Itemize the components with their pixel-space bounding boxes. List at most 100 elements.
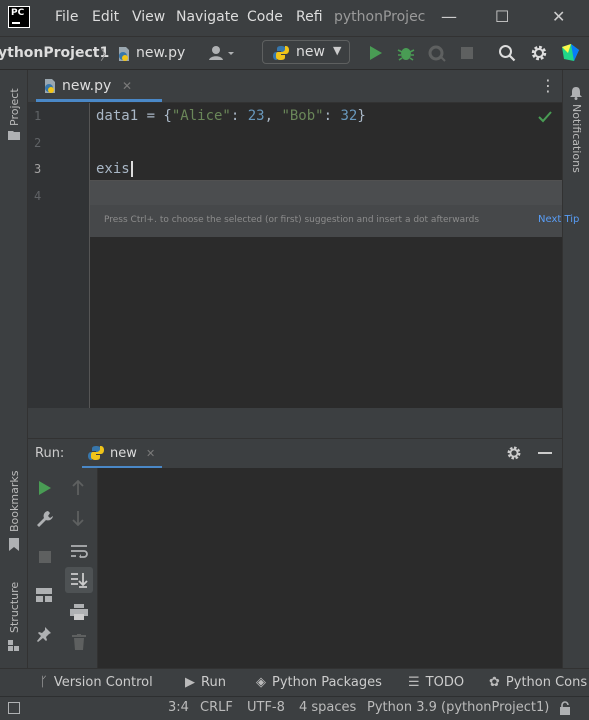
run-tool-button[interactable]: ▶ Run bbox=[185, 675, 226, 690]
code-line-1: data1 = {"Alice": 23, "Bob": 32} bbox=[96, 108, 366, 124]
search-icon[interactable] bbox=[498, 44, 516, 62]
python-console-button[interactable]: ✿ Python Cons bbox=[489, 675, 587, 690]
run-icon[interactable] bbox=[368, 44, 384, 62]
line-number: 3 bbox=[34, 162, 42, 176]
run-icon: ▶ bbox=[185, 675, 195, 690]
line-number: 1 bbox=[34, 109, 42, 123]
line-separator[interactable]: CRLF bbox=[200, 700, 233, 715]
python-icon bbox=[273, 45, 289, 61]
arrow-down-icon[interactable] bbox=[72, 510, 84, 526]
indent-setting[interactable]: 4 spaces bbox=[299, 700, 356, 715]
user-icon[interactable] bbox=[209, 45, 235, 61]
python-file-icon bbox=[116, 46, 132, 62]
code-line-3: exis bbox=[96, 161, 133, 177]
caret-position[interactable]: 3:4 bbox=[168, 700, 189, 715]
minimize-button[interactable]: — bbox=[441, 7, 457, 26]
run-config-name: new bbox=[296, 44, 325, 60]
gear-icon[interactable] bbox=[530, 44, 548, 62]
breadcrumb-project[interactable]: ythonProject1 bbox=[0, 45, 109, 61]
list-icon: ☰ bbox=[408, 675, 420, 690]
scroll-to-end-button[interactable] bbox=[65, 567, 93, 593]
rerun-icon[interactable] bbox=[38, 480, 52, 496]
editor-tab-bar: new.py ✕ ⋮ bbox=[28, 70, 562, 103]
bookmark-icon bbox=[9, 538, 19, 551]
file-encoding[interactable]: UTF-8 bbox=[247, 700, 285, 715]
editor-bottom-space bbox=[28, 408, 562, 438]
notifications-tool-button[interactable]: Notifications bbox=[570, 104, 583, 173]
soft-wrap-icon[interactable] bbox=[70, 544, 88, 558]
close-icon[interactable]: ✕ bbox=[146, 447, 155, 460]
completion-popup: Press Ctrl+. to choose the selected (or … bbox=[90, 180, 579, 237]
version-control-button[interactable]: ᚴ Version Control bbox=[40, 675, 153, 690]
pin-icon[interactable] bbox=[36, 626, 52, 642]
close-window-button[interactable]: ✕ bbox=[552, 7, 565, 26]
breadcrumb-separator: 〉 bbox=[100, 48, 114, 64]
menu-file[interactable]: File bbox=[55, 9, 78, 25]
run-panel-header: Run: new ✕ bbox=[28, 438, 562, 469]
stop-icon[interactable] bbox=[460, 46, 474, 60]
run-tab-new[interactable]: new ✕ bbox=[82, 439, 162, 469]
line-number: 4 bbox=[34, 189, 42, 203]
run-panel-label: Run: bbox=[35, 446, 65, 461]
more-options-icon[interactable]: ⋮ bbox=[540, 76, 556, 95]
gear-icon[interactable] bbox=[506, 445, 522, 461]
line-number: 2 bbox=[34, 136, 42, 150]
print-icon[interactable] bbox=[70, 604, 88, 620]
folder-icon bbox=[8, 130, 20, 140]
right-tool-strip: Notifications bbox=[562, 70, 589, 668]
trash-icon[interactable] bbox=[72, 634, 86, 650]
python-console-icon: ✿ bbox=[489, 675, 500, 690]
project-tool-button[interactable]: Project bbox=[8, 88, 21, 126]
run-console-output[interactable] bbox=[98, 468, 562, 668]
window-title: pythonProjec bbox=[334, 9, 426, 25]
todo-button[interactable]: ☰ TODO bbox=[408, 675, 464, 690]
wrench-icon[interactable] bbox=[36, 510, 54, 528]
tool-window-bar: ᚴ Version Control ▶ Run ◈ Python Packages ☰… bbox=[0, 668, 589, 696]
breadcrumb-file[interactable]: new.py bbox=[136, 45, 185, 61]
menu-refactor[interactable]: Refi bbox=[296, 9, 323, 25]
minimize-panel-icon[interactable] bbox=[538, 452, 552, 454]
menu-code[interactable]: Code bbox=[247, 9, 283, 25]
structure-tool-button[interactable]: Structure bbox=[8, 582, 21, 633]
code-editor[interactable]: data1 = {"Alice": 23, "Bob": 32} exis bbox=[90, 103, 562, 408]
next-tip-link[interactable]: Next Tip bbox=[538, 214, 579, 225]
scroll-to-end-icon bbox=[70, 572, 88, 588]
run-config-selector[interactable]: new ▼ bbox=[262, 40, 350, 64]
bell-icon bbox=[569, 86, 583, 100]
python-interpreter[interactable]: Python 3.9 (pythonProject1) bbox=[367, 700, 549, 715]
structure-icon bbox=[8, 640, 20, 652]
bookmarks-tool-button[interactable]: Bookmarks bbox=[8, 471, 21, 532]
debug-icon[interactable] bbox=[397, 44, 415, 62]
pycharm-logo: PC bbox=[8, 6, 30, 28]
tab-new-py[interactable]: new.py ✕ bbox=[36, 70, 162, 102]
packages-icon: ◈ bbox=[256, 675, 266, 690]
arrow-up-icon[interactable] bbox=[72, 480, 84, 496]
status-bar: 3:4 CRLF UTF-8 4 spaces Python 3.9 (pyth… bbox=[0, 696, 589, 720]
python-icon bbox=[88, 445, 104, 461]
run-toolbar-primary bbox=[28, 468, 62, 668]
jetbrains-toolbox-icon[interactable] bbox=[560, 43, 580, 63]
navigation-bar: ythonProject1 〉 new.py new ▼ bbox=[0, 36, 589, 70]
checkmark-icon bbox=[538, 111, 552, 123]
menu-edit[interactable]: Edit bbox=[92, 9, 119, 25]
menu-view[interactable]: View bbox=[132, 9, 165, 25]
suggestion-row[interactable] bbox=[90, 181, 562, 205]
coverage-icon[interactable] bbox=[428, 44, 446, 62]
left-tool-strip: Project Bookmarks Structure bbox=[0, 70, 28, 668]
close-icon[interactable]: ✕ bbox=[122, 79, 132, 93]
chevron-down-icon: ▼ bbox=[333, 44, 342, 57]
title-bar: PC File Edit View Navigate Code Refi pyt… bbox=[0, 0, 589, 36]
run-toolbar-secondary bbox=[62, 468, 98, 668]
layout-icon[interactable] bbox=[36, 588, 52, 602]
lock-icon[interactable] bbox=[559, 701, 571, 715]
python-packages-button[interactable]: ◈ Python Packages bbox=[256, 675, 382, 690]
stop-icon[interactable] bbox=[38, 550, 52, 564]
maximize-button[interactable]: ☐ bbox=[495, 7, 509, 26]
python-file-icon bbox=[42, 78, 58, 94]
tab-label: new.py bbox=[62, 78, 112, 94]
run-tab-label: new bbox=[110, 446, 137, 461]
popup-hint: Press Ctrl+. to choose the selected (or … bbox=[104, 215, 480, 225]
menu-navigate[interactable]: Navigate bbox=[176, 9, 239, 25]
branch-icon: ᚴ bbox=[40, 675, 48, 690]
toggle-tool-windows-icon[interactable] bbox=[8, 702, 20, 714]
